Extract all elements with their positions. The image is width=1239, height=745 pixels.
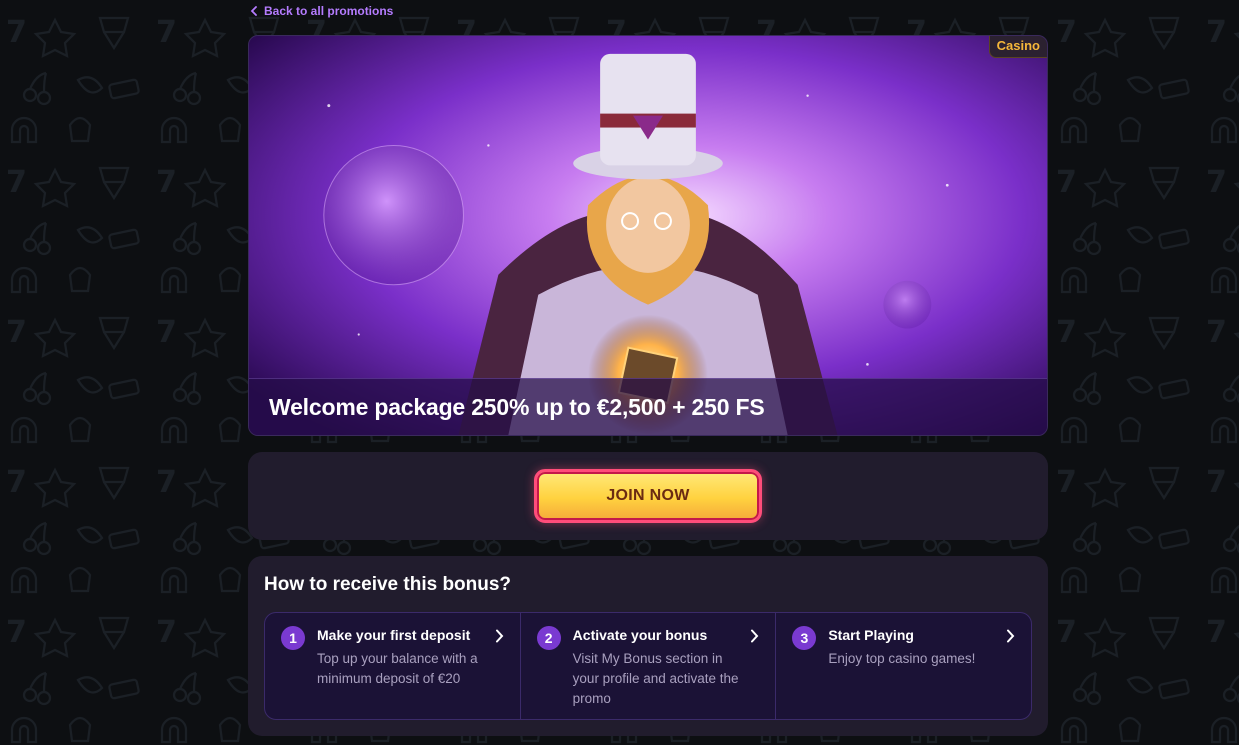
- chevron-left-icon: [250, 6, 257, 16]
- back-to-promotions-link[interactable]: Back to all promotions: [250, 3, 393, 19]
- step-number: 1: [281, 626, 305, 650]
- step-number: 3: [792, 626, 817, 650]
- steps-list: 1 Make your first deposit Top up your ba…: [264, 612, 1032, 720]
- step-first-deposit[interactable]: 1 Make your first deposit Top up your ba…: [265, 613, 520, 719]
- step-start-playing[interactable]: 3 Start Playing Enjoy top casino games!: [775, 613, 1031, 719]
- step-title: Activate your bonus: [572, 627, 708, 643]
- step-description: Top up your balance with a minimum depos…: [317, 651, 478, 686]
- step-activate-bonus[interactable]: 2 Activate your bonus Visit My Bonus sec…: [519, 613, 776, 719]
- chevron-right-icon: [751, 629, 759, 643]
- category-badge: Casino: [988, 36, 1047, 58]
- promotion-title: Welcome package 250% up to €2,500 + 250 …: [269, 393, 765, 420]
- chevron-right-icon: [495, 629, 504, 643]
- how-to-title: How to receive this bonus?: [264, 574, 512, 595]
- magician-illustration: [249, 36, 1047, 435]
- chevron-right-icon: [1007, 629, 1015, 643]
- step-description: Visit My Bonus section in your profile a…: [572, 651, 739, 706]
- promotion-hero-banner: Casino Welcome package 250% up to €2,500…: [248, 35, 1048, 436]
- step-description: Enjoy top casino games!: [828, 651, 976, 666]
- step-title: Make your first deposit: [317, 627, 471, 643]
- step-title: Start Playing: [828, 627, 914, 643]
- back-link-label: Back to all promotions: [264, 4, 394, 18]
- hero-caption: Welcome package 250% up to €2,500 + 250 …: [249, 378, 1047, 435]
- how-to-receive-panel: How to receive this bonus? 1 Make your f…: [248, 556, 1048, 736]
- step-number: 2: [536, 626, 561, 650]
- join-now-button[interactable]: JOIN NOW: [534, 469, 762, 523]
- join-panel: JOIN NOW: [248, 452, 1048, 540]
